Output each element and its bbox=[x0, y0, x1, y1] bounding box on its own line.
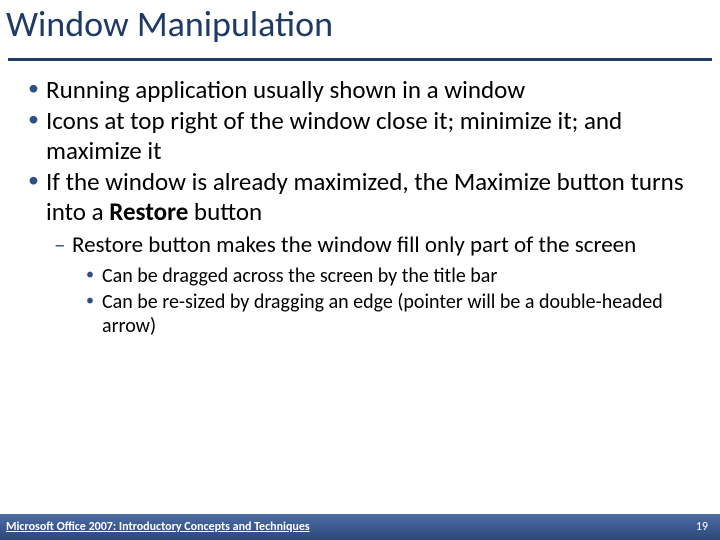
slide: Window Manipulation Running application … bbox=[0, 0, 720, 540]
bullet-level3: Can be re-sized by dragging an edge (poi… bbox=[86, 291, 698, 338]
footer-bar: Microsoft Office 2007: Introductory Conc… bbox=[0, 514, 720, 540]
page-number: 19 bbox=[696, 520, 708, 534]
bullet-level2: Restore button makes the window fill onl… bbox=[54, 232, 698, 259]
bullet-level1: Icons at top right of the window close i… bbox=[28, 106, 698, 165]
slide-body: Running application usually shown in a w… bbox=[0, 61, 720, 338]
sublist: Restore button makes the window fill onl… bbox=[28, 232, 698, 338]
bullet-level3: Can be dragged across the screen by the … bbox=[86, 265, 698, 289]
sublist: Can be dragged across the screen by the … bbox=[54, 265, 698, 338]
bullet-text-bold: Restore bbox=[109, 196, 188, 227]
bullet-text: button bbox=[188, 196, 262, 227]
bullet-level1: If the window is already maximized, the … bbox=[28, 167, 698, 226]
footer-source: Microsoft Office 2007: Introductory Conc… bbox=[6, 520, 310, 534]
bullet-level1: Running application usually shown in a w… bbox=[28, 75, 698, 105]
slide-title: Window Manipulation bbox=[0, 0, 720, 48]
